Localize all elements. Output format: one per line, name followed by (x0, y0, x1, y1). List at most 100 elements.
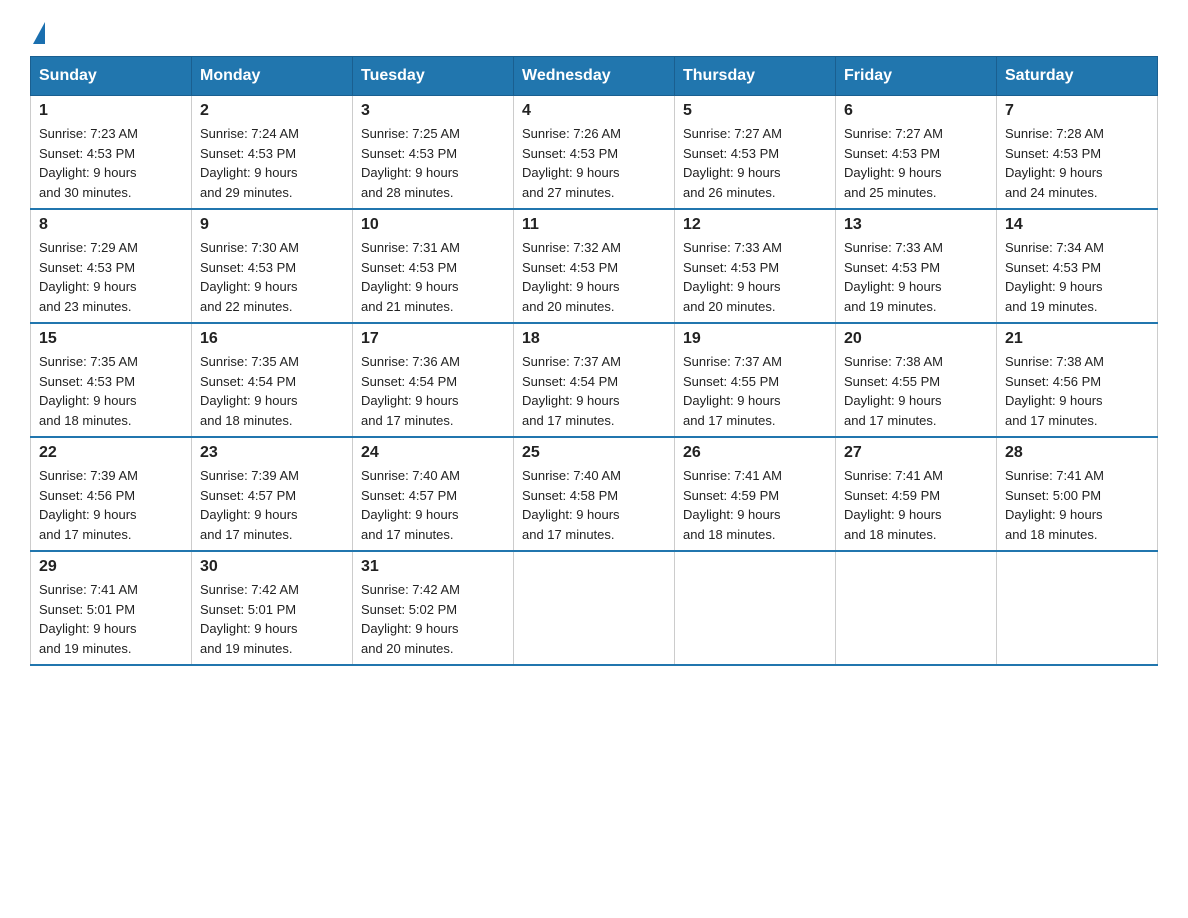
day-info: Sunrise: 7:35 AMSunset: 4:54 PMDaylight:… (200, 352, 344, 430)
day-number: 15 (39, 330, 183, 348)
day-number: 11 (522, 216, 666, 234)
table-row: 29 Sunrise: 7:41 AMSunset: 5:01 PMDaylig… (31, 551, 192, 665)
day-number: 22 (39, 444, 183, 462)
day-info: Sunrise: 7:37 AMSunset: 4:55 PMDaylight:… (683, 352, 827, 430)
day-info: Sunrise: 7:25 AMSunset: 4:53 PMDaylight:… (361, 124, 505, 202)
day-info: Sunrise: 7:27 AMSunset: 4:53 PMDaylight:… (844, 124, 988, 202)
day-number: 28 (1005, 444, 1149, 462)
day-info: Sunrise: 7:32 AMSunset: 4:53 PMDaylight:… (522, 238, 666, 316)
day-info: Sunrise: 7:42 AMSunset: 5:02 PMDaylight:… (361, 580, 505, 658)
day-info: Sunrise: 7:40 AMSunset: 4:57 PMDaylight:… (361, 466, 505, 544)
day-info: Sunrise: 7:42 AMSunset: 5:01 PMDaylight:… (200, 580, 344, 658)
logo (30, 20, 47, 40)
table-row (675, 551, 836, 665)
day-number: 10 (361, 216, 505, 234)
table-row: 5 Sunrise: 7:27 AMSunset: 4:53 PMDayligh… (675, 96, 836, 210)
day-info: Sunrise: 7:37 AMSunset: 4:54 PMDaylight:… (522, 352, 666, 430)
table-row: 13 Sunrise: 7:33 AMSunset: 4:53 PMDaylig… (836, 209, 997, 323)
table-row (514, 551, 675, 665)
day-info: Sunrise: 7:38 AMSunset: 4:56 PMDaylight:… (1005, 352, 1149, 430)
day-info: Sunrise: 7:33 AMSunset: 4:53 PMDaylight:… (683, 238, 827, 316)
day-number: 6 (844, 102, 988, 120)
table-row: 26 Sunrise: 7:41 AMSunset: 4:59 PMDaylig… (675, 437, 836, 551)
day-info: Sunrise: 7:33 AMSunset: 4:53 PMDaylight:… (844, 238, 988, 316)
day-info: Sunrise: 7:38 AMSunset: 4:55 PMDaylight:… (844, 352, 988, 430)
day-number: 1 (39, 102, 183, 120)
day-info: Sunrise: 7:41 AMSunset: 4:59 PMDaylight:… (683, 466, 827, 544)
day-info: Sunrise: 7:23 AMSunset: 4:53 PMDaylight:… (39, 124, 183, 202)
header-sunday: Sunday (31, 57, 192, 96)
table-row: 28 Sunrise: 7:41 AMSunset: 5:00 PMDaylig… (997, 437, 1158, 551)
table-row: 11 Sunrise: 7:32 AMSunset: 4:53 PMDaylig… (514, 209, 675, 323)
day-number: 27 (844, 444, 988, 462)
day-number: 14 (1005, 216, 1149, 234)
day-number: 9 (200, 216, 344, 234)
calendar-week-row: 22 Sunrise: 7:39 AMSunset: 4:56 PMDaylig… (31, 437, 1158, 551)
table-row: 18 Sunrise: 7:37 AMSunset: 4:54 PMDaylig… (514, 323, 675, 437)
day-number: 24 (361, 444, 505, 462)
day-number: 26 (683, 444, 827, 462)
table-row: 6 Sunrise: 7:27 AMSunset: 4:53 PMDayligh… (836, 96, 997, 210)
table-row: 4 Sunrise: 7:26 AMSunset: 4:53 PMDayligh… (514, 96, 675, 210)
table-row: 9 Sunrise: 7:30 AMSunset: 4:53 PMDayligh… (192, 209, 353, 323)
day-info: Sunrise: 7:30 AMSunset: 4:53 PMDaylight:… (200, 238, 344, 316)
day-info: Sunrise: 7:35 AMSunset: 4:53 PMDaylight:… (39, 352, 183, 430)
weekday-header-row: Sunday Monday Tuesday Wednesday Thursday… (31, 57, 1158, 96)
day-number: 8 (39, 216, 183, 234)
table-row: 19 Sunrise: 7:37 AMSunset: 4:55 PMDaylig… (675, 323, 836, 437)
calendar-week-row: 1 Sunrise: 7:23 AMSunset: 4:53 PMDayligh… (31, 96, 1158, 210)
table-row: 12 Sunrise: 7:33 AMSunset: 4:53 PMDaylig… (675, 209, 836, 323)
table-row: 16 Sunrise: 7:35 AMSunset: 4:54 PMDaylig… (192, 323, 353, 437)
day-number: 16 (200, 330, 344, 348)
table-row: 15 Sunrise: 7:35 AMSunset: 4:53 PMDaylig… (31, 323, 192, 437)
day-info: Sunrise: 7:39 AMSunset: 4:57 PMDaylight:… (200, 466, 344, 544)
day-info: Sunrise: 7:39 AMSunset: 4:56 PMDaylight:… (39, 466, 183, 544)
day-number: 25 (522, 444, 666, 462)
table-row: 1 Sunrise: 7:23 AMSunset: 4:53 PMDayligh… (31, 96, 192, 210)
calendar-table: Sunday Monday Tuesday Wednesday Thursday… (30, 56, 1158, 666)
table-row (836, 551, 997, 665)
day-number: 7 (1005, 102, 1149, 120)
day-number: 12 (683, 216, 827, 234)
day-number: 19 (683, 330, 827, 348)
day-number: 4 (522, 102, 666, 120)
header-thursday: Thursday (675, 57, 836, 96)
day-number: 29 (39, 558, 183, 576)
header-tuesday: Tuesday (353, 57, 514, 96)
day-info: Sunrise: 7:26 AMSunset: 4:53 PMDaylight:… (522, 124, 666, 202)
table-row: 7 Sunrise: 7:28 AMSunset: 4:53 PMDayligh… (997, 96, 1158, 210)
table-row: 24 Sunrise: 7:40 AMSunset: 4:57 PMDaylig… (353, 437, 514, 551)
day-number: 31 (361, 558, 505, 576)
header-saturday: Saturday (997, 57, 1158, 96)
day-number: 18 (522, 330, 666, 348)
day-number: 20 (844, 330, 988, 348)
day-info: Sunrise: 7:29 AMSunset: 4:53 PMDaylight:… (39, 238, 183, 316)
header-wednesday: Wednesday (514, 57, 675, 96)
day-number: 3 (361, 102, 505, 120)
calendar-week-row: 15 Sunrise: 7:35 AMSunset: 4:53 PMDaylig… (31, 323, 1158, 437)
day-number: 17 (361, 330, 505, 348)
table-row: 25 Sunrise: 7:40 AMSunset: 4:58 PMDaylig… (514, 437, 675, 551)
table-row: 3 Sunrise: 7:25 AMSunset: 4:53 PMDayligh… (353, 96, 514, 210)
day-number: 21 (1005, 330, 1149, 348)
table-row: 8 Sunrise: 7:29 AMSunset: 4:53 PMDayligh… (31, 209, 192, 323)
page-header (30, 20, 1158, 40)
table-row: 21 Sunrise: 7:38 AMSunset: 4:56 PMDaylig… (997, 323, 1158, 437)
day-number: 30 (200, 558, 344, 576)
header-monday: Monday (192, 57, 353, 96)
day-info: Sunrise: 7:36 AMSunset: 4:54 PMDaylight:… (361, 352, 505, 430)
day-number: 5 (683, 102, 827, 120)
table-row: 2 Sunrise: 7:24 AMSunset: 4:53 PMDayligh… (192, 96, 353, 210)
table-row: 17 Sunrise: 7:36 AMSunset: 4:54 PMDaylig… (353, 323, 514, 437)
table-row: 30 Sunrise: 7:42 AMSunset: 5:01 PMDaylig… (192, 551, 353, 665)
calendar-week-row: 29 Sunrise: 7:41 AMSunset: 5:01 PMDaylig… (31, 551, 1158, 665)
calendar-week-row: 8 Sunrise: 7:29 AMSunset: 4:53 PMDayligh… (31, 209, 1158, 323)
day-info: Sunrise: 7:27 AMSunset: 4:53 PMDaylight:… (683, 124, 827, 202)
day-info: Sunrise: 7:31 AMSunset: 4:53 PMDaylight:… (361, 238, 505, 316)
day-info: Sunrise: 7:28 AMSunset: 4:53 PMDaylight:… (1005, 124, 1149, 202)
day-info: Sunrise: 7:34 AMSunset: 4:53 PMDaylight:… (1005, 238, 1149, 316)
header-friday: Friday (836, 57, 997, 96)
day-info: Sunrise: 7:41 AMSunset: 5:01 PMDaylight:… (39, 580, 183, 658)
day-number: 2 (200, 102, 344, 120)
day-info: Sunrise: 7:24 AMSunset: 4:53 PMDaylight:… (200, 124, 344, 202)
